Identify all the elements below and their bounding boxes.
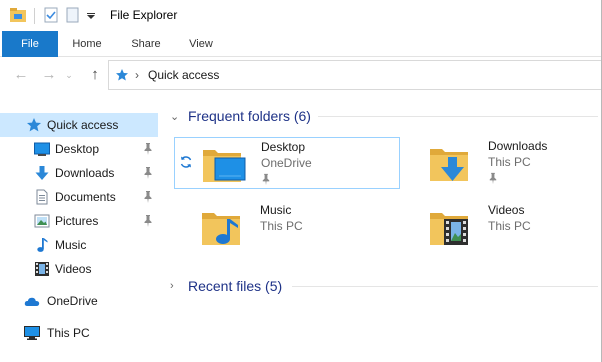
tab-share[interactable]: Share [124,31,168,57]
sidebar-item-downloads[interactable]: Downloads [0,161,158,185]
pin-icon[interactable] [143,142,153,156]
group-header-frequent[interactable]: ⌄ Frequent folders (6) [170,105,311,127]
navigation-bar: ← → ⌄ ↑ › Quick access [0,57,602,93]
ribbon-tabs: File Home Share View [0,31,602,57]
group-header-recent[interactable]: › Recent files (5) [170,275,282,297]
group-divider [318,116,598,117]
title-bar: File Explorer [0,0,602,31]
sidebar-item-label: Pictures [55,214,99,228]
recent-locations-chevron-icon[interactable]: ⌄ [64,66,74,84]
breadcrumb-quick-access[interactable]: Quick access [148,68,219,82]
up-arrow-icon[interactable]: ↑ [86,66,104,84]
navigation-pane: Quick access Desktop Downloads Documents [0,101,160,362]
folder-name: Music [260,203,292,217]
properties-icon[interactable] [44,7,58,23]
group-title: Recent files (5) [188,278,283,294]
sidebar-item-label: Desktop [55,142,100,156]
sidebar-item-label: Downloads [55,166,115,180]
customize-toolbar-icon[interactable] [87,13,95,19]
star-icon [27,118,41,132]
group-title: Frequent folders (6) [188,108,311,124]
chevron-right-icon[interactable]: › [170,280,182,292]
pin-icon[interactable] [143,166,153,180]
sidebar-item-onedrive[interactable]: OneDrive [0,289,158,313]
videos-folder-icon [430,213,468,245]
tab-view[interactable]: View [182,31,220,57]
desktop-icon [34,142,50,156]
folder-location: This PC [488,219,531,233]
music-icon [37,238,48,252]
sidebar-item-label: Quick access [47,118,119,132]
pc-icon [24,326,40,340]
new-folder-icon[interactable] [66,7,79,23]
sidebar-item-desktop[interactable]: Desktop [0,137,158,161]
content-pane: ⌄ Frequent folders (6) Desktop OneDrive [162,93,602,362]
video-icon [35,262,49,276]
sidebar-item-label: Music [55,238,87,252]
folder-tile-downloads[interactable]: Downloads This PC [402,137,602,189]
downloads-folder-icon [430,149,468,181]
breadcrumb-chevron-icon[interactable]: › [135,68,139,82]
desktop-folder-icon [203,150,246,182]
sidebar-item-label: This PC [47,326,90,340]
folder-location: This PC [260,219,303,233]
forward-arrow-icon[interactable]: → [40,66,58,84]
window-title: File Explorer [110,8,178,22]
sidebar-item-label: OneDrive [47,294,98,308]
chevron-down-icon[interactable]: ⌄ [170,110,182,123]
folder-location: OneDrive [261,156,312,170]
sidebar-item-documents[interactable]: Documents [0,185,158,209]
sidebar-item-quick-access[interactable]: Quick access [0,113,158,137]
title-separator [34,8,35,24]
pin-icon[interactable] [143,214,153,228]
folder-location: This PC [488,155,531,169]
address-bar[interactable]: › Quick access [108,60,602,90]
folder-name: Videos [488,203,525,217]
tab-file[interactable]: File [2,31,58,57]
sidebar-item-this-pc[interactable]: This PC [0,321,158,345]
file-explorer-icon[interactable] [9,7,27,23]
sidebar-item-videos[interactable]: Videos [0,257,158,281]
pictures-icon [34,214,50,228]
folder-tile-videos[interactable]: Videos This PC [402,201,602,253]
sidebar-item-pictures[interactable]: Pictures [0,209,158,233]
sidebar-item-label: Videos [55,262,92,276]
tab-home[interactable]: Home [64,31,110,57]
back-arrow-icon[interactable]: ← [12,66,30,84]
cloud-icon [24,297,40,306]
folder-tile-desktop[interactable]: Desktop OneDrive [174,137,400,189]
document-icon [36,189,48,205]
music-folder-icon [202,213,240,245]
download-icon [35,166,49,180]
folder-name: Downloads [488,139,548,153]
pin-icon[interactable] [488,172,498,185]
sidebar-item-music[interactable]: Music [0,233,158,257]
folder-name: Desktop [261,140,306,154]
sync-icon [180,156,192,168]
pin-icon[interactable] [143,190,153,204]
group-divider [292,286,598,287]
sidebar-item-label: Documents [55,190,116,204]
pin-icon[interactable] [261,173,271,186]
star-icon [116,69,128,81]
folder-tile-music[interactable]: Music This PC [174,201,400,253]
